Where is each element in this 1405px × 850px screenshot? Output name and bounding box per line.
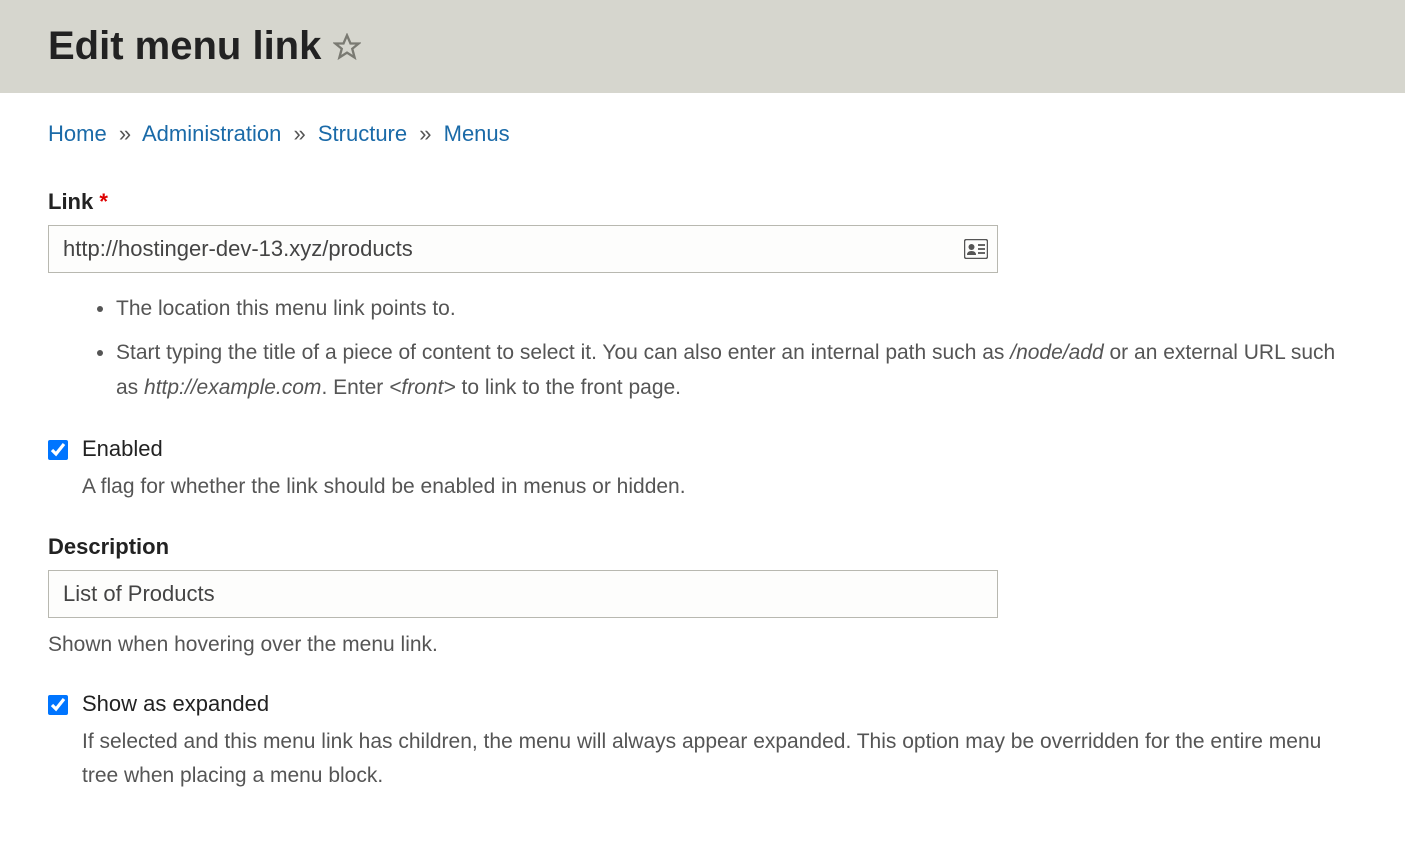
enabled-label: Enabled xyxy=(82,436,163,462)
breadcrumb-link-structure[interactable]: Structure xyxy=(318,121,407,146)
link-help-1: The location this menu link points to. xyxy=(116,291,1357,327)
enabled-checkbox[interactable] xyxy=(48,440,68,460)
breadcrumb-link-home[interactable]: Home xyxy=(48,121,107,146)
form-item-enabled: Enabled A flag for whether the link shou… xyxy=(48,436,1357,504)
link-label: Link * xyxy=(48,189,1357,215)
form-item-expanded: Show as expanded If selected and this me… xyxy=(48,691,1357,792)
breadcrumb-link-menus[interactable]: Menus xyxy=(444,121,510,146)
description-label: Description xyxy=(48,534,1357,560)
link-help-2: Start typing the title of a piece of con… xyxy=(116,335,1357,406)
expanded-help: If selected and this menu link has child… xyxy=(82,725,1357,792)
enabled-help: A flag for whether the link should be en… xyxy=(82,470,1357,504)
description-input[interactable] xyxy=(48,570,998,618)
page-title: Edit menu link xyxy=(48,24,321,69)
form-item-description: Description Shown when hovering over the… xyxy=(48,534,1357,662)
breadcrumb: Home » Administration » Structure » Menu… xyxy=(48,121,1357,147)
breadcrumb-separator: » xyxy=(119,121,131,146)
description-help: Shown when hovering over the menu link. xyxy=(48,628,1357,662)
breadcrumb-separator: » xyxy=(293,121,305,146)
expanded-label: Show as expanded xyxy=(82,691,269,717)
expanded-checkbox[interactable] xyxy=(48,695,68,715)
link-help-list: The location this menu link points to. S… xyxy=(116,291,1357,406)
link-input[interactable] xyxy=(48,225,998,273)
required-marker: * xyxy=(99,189,108,214)
star-icon[interactable] xyxy=(333,33,361,61)
breadcrumb-separator: » xyxy=(419,121,431,146)
form-item-link: Link * The location this menu link point… xyxy=(48,189,1357,406)
breadcrumb-link-administration[interactable]: Administration xyxy=(142,121,281,146)
page-header: Edit menu link xyxy=(0,0,1405,93)
